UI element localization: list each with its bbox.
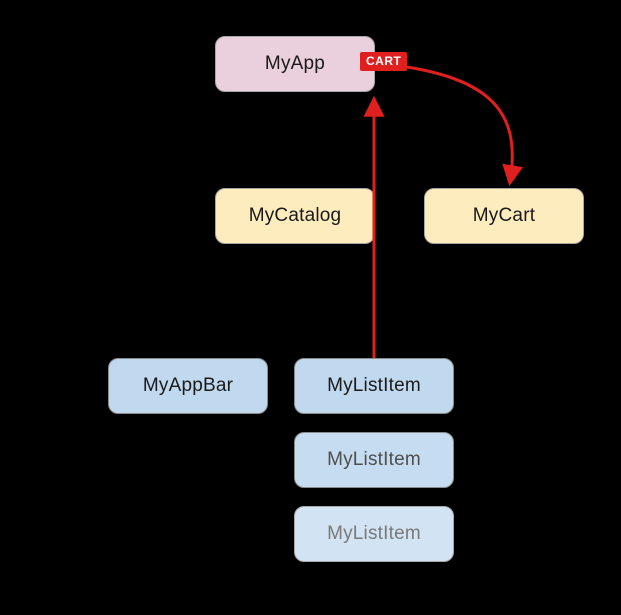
node-mylistitem-3: MyListItem <box>294 506 454 562</box>
node-label: MyAppBar <box>143 375 233 397</box>
arrow-app-to-cart <box>400 66 512 182</box>
node-myapp: MyApp <box>215 36 375 92</box>
node-myappbar: MyAppBar <box>108 358 268 414</box>
node-mycart: MyCart <box>424 188 584 244</box>
node-mylistitem-1: MyListItem <box>294 358 454 414</box>
node-label: MyListItem <box>327 523 421 545</box>
diagram-canvas: MyApp MyCatalog MyCart MyAppBar MyListIt… <box>0 0 621 615</box>
node-label: MyCart <box>473 205 535 227</box>
node-label: MyListItem <box>327 449 421 471</box>
node-label: MyCatalog <box>249 205 342 227</box>
node-mylistitem-2: MyListItem <box>294 432 454 488</box>
node-label: MyListItem <box>327 375 421 397</box>
node-mycatalog: MyCatalog <box>215 188 375 244</box>
badge-text: CART <box>366 54 401 68</box>
node-label: MyApp <box>265 53 325 75</box>
state-badge-cart: CART <box>360 52 407 71</box>
